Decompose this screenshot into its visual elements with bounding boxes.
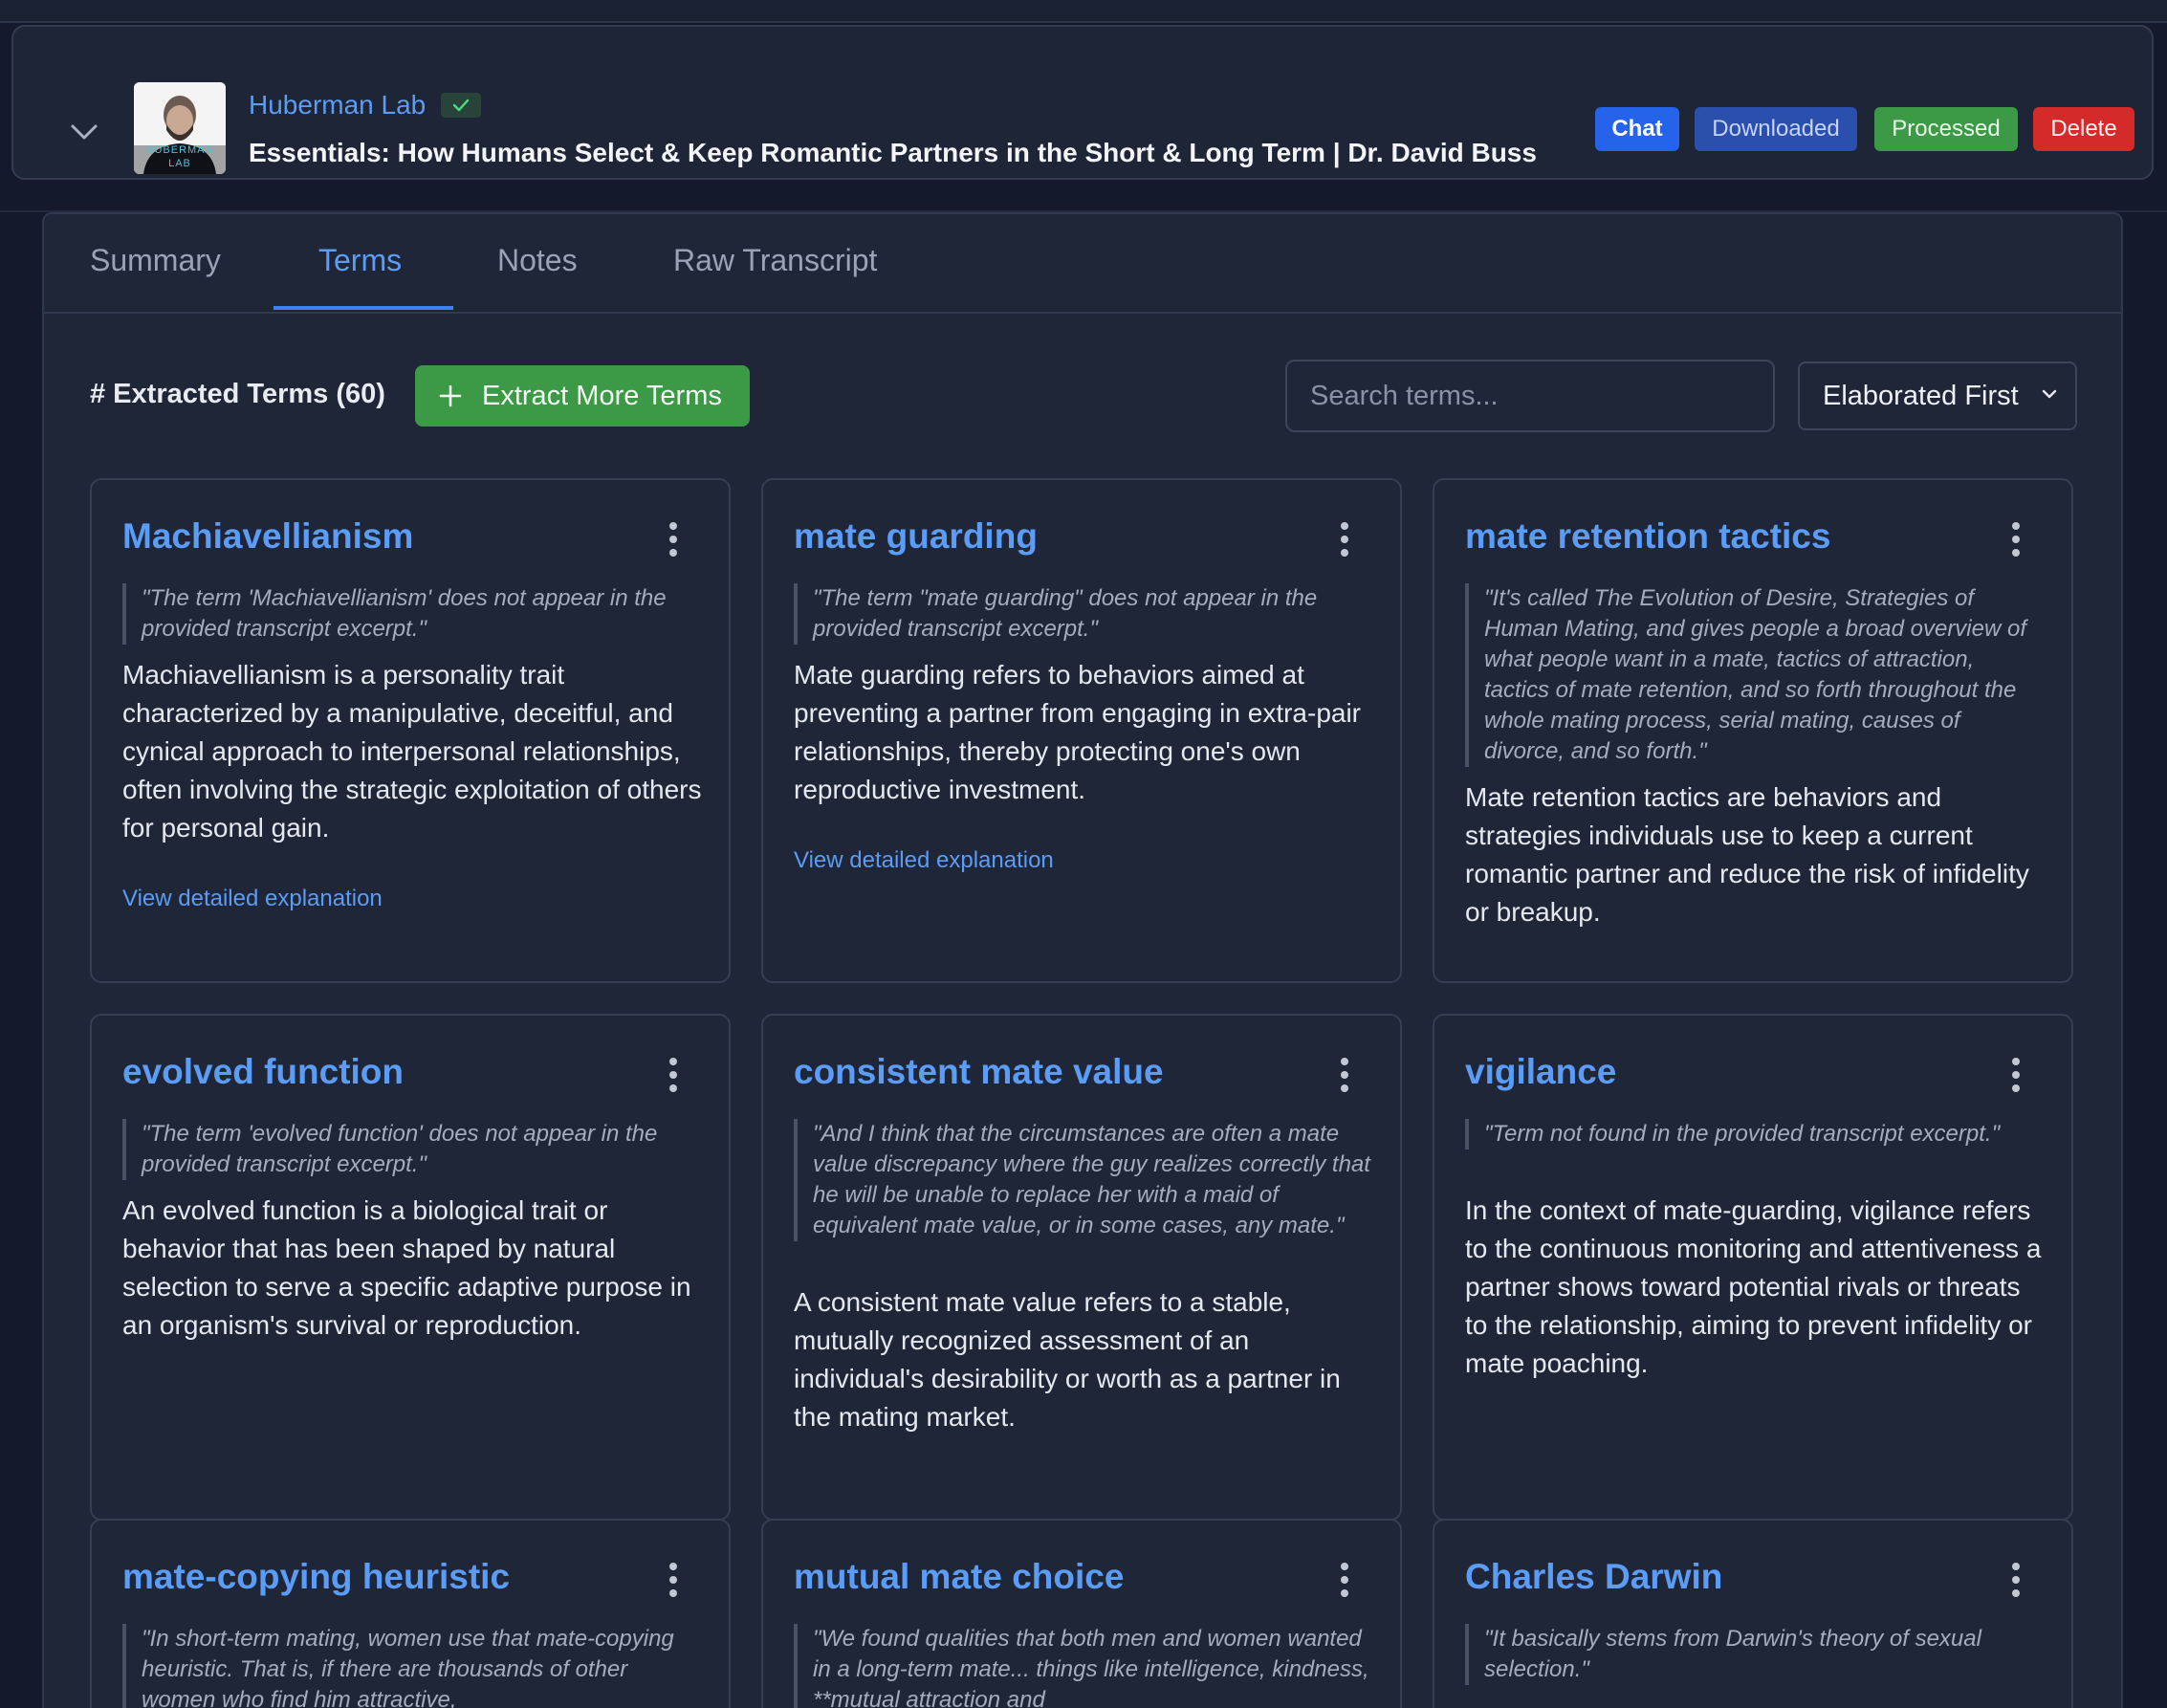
verified-check-icon xyxy=(441,93,482,118)
extracted-terms-heading: # Extracted Terms (60) xyxy=(90,379,385,409)
term-quote: "And I think that the circumstances are … xyxy=(794,1119,1373,1241)
term-quote: "The term 'evolved function' does not ap… xyxy=(122,1119,702,1180)
tab-notes[interactable]: Notes xyxy=(497,243,578,278)
more-options-icon[interactable] xyxy=(2010,1056,2022,1094)
avatar-label: HUBERMAN LAB xyxy=(145,144,214,169)
term-title[interactable]: vigilance xyxy=(1465,1052,1616,1092)
term-quote: "The term 'Machiavellianism' does not ap… xyxy=(122,583,702,645)
view-detailed-explanation-link[interactable]: View detailed explanation xyxy=(794,847,1054,874)
extract-more-terms-label: Extract More Terms xyxy=(482,380,722,411)
active-tab-indicator xyxy=(274,306,453,310)
more-options-icon[interactable] xyxy=(2010,1561,2022,1599)
term-description: Mate retention tactics are behaviors and… xyxy=(1465,782,2029,927)
downloaded-badge[interactable]: Downloaded xyxy=(1695,107,1857,151)
term-description: Machiavellianism is a personality trait … xyxy=(122,660,702,843)
more-options-icon[interactable] xyxy=(1339,520,1350,558)
term-description: A consistent mate value refers to a stab… xyxy=(794,1287,1341,1432)
more-options-icon[interactable] xyxy=(1339,1561,1350,1599)
term-title[interactable]: consistent mate value xyxy=(794,1052,1164,1092)
term-title[interactable]: mate-copying heuristic xyxy=(122,1557,510,1597)
plus-icon xyxy=(439,384,462,407)
term-quote: "We found qualities that both men and wo… xyxy=(794,1624,1373,1708)
tab-terms[interactable]: Terms xyxy=(318,243,402,278)
extract-more-terms-button[interactable]: Extract More Terms xyxy=(415,365,750,427)
term-title[interactable]: Machiavellianism xyxy=(122,516,413,557)
channel-avatar: HUBERMAN LAB xyxy=(134,82,226,174)
tab-bar: Summary Terms Notes Raw Transcript xyxy=(44,214,2121,314)
term-quote: "The term "mate guarding" does not appea… xyxy=(794,583,1373,645)
term-card: mate-copying heuristic "In short-term ma… xyxy=(90,1519,731,1708)
sort-select-value: Elaborated First xyxy=(1823,380,2019,411)
term-description: In the context of mate-guarding, vigilan… xyxy=(1465,1195,2042,1378)
term-title[interactable]: evolved function xyxy=(122,1052,404,1092)
episode-header: HUBERMAN LAB Huberman Lab Essentials: Ho… xyxy=(11,25,2154,180)
term-title[interactable]: mate guarding xyxy=(794,516,1038,557)
term-card: mate guarding "The term "mate guarding" … xyxy=(761,478,1402,983)
collapse-chevron-icon[interactable] xyxy=(67,115,101,149)
more-options-icon[interactable] xyxy=(668,1561,679,1599)
window-top-strip xyxy=(0,0,2167,23)
episode-title: Essentials: How Humans Select & Keep Rom… xyxy=(249,138,1537,167)
term-card: mutual mate choice "We found qualities t… xyxy=(761,1519,1402,1708)
more-options-icon[interactable] xyxy=(668,520,679,558)
term-quote: "It's called The Evolution of Desire, St… xyxy=(1465,583,2045,767)
term-quote: "Term not found in the provided transcri… xyxy=(1465,1119,2045,1150)
content-panel: Summary Terms Notes Raw Transcript # Ext… xyxy=(42,212,2123,1708)
more-options-icon[interactable] xyxy=(668,1056,679,1094)
term-title[interactable]: mutual mate choice xyxy=(794,1557,1124,1597)
term-quote: "It basically stems from Darwin's theory… xyxy=(1465,1624,2045,1685)
delete-button[interactable]: Delete xyxy=(2033,107,2134,151)
chat-button[interactable]: Chat xyxy=(1595,107,1679,151)
term-card: evolved function "The term 'evolved func… xyxy=(90,1014,731,1521)
term-card: Charles Darwin "It basically stems from … xyxy=(1433,1519,2073,1708)
view-detailed-explanation-link[interactable]: View detailed explanation xyxy=(122,886,383,912)
term-title[interactable]: Charles Darwin xyxy=(1465,1557,1722,1597)
term-card: mate retention tactics "It's called The … xyxy=(1433,478,2073,983)
term-card: consistent mate value "And I think that … xyxy=(761,1014,1402,1521)
term-card: vigilance "Term not found in the provide… xyxy=(1433,1014,2073,1521)
channel-name[interactable]: Huberman Lab xyxy=(249,90,426,120)
term-description: Mate guarding refers to behaviors aimed … xyxy=(794,660,1362,804)
more-options-icon[interactable] xyxy=(2010,520,2022,558)
term-title[interactable]: mate retention tactics xyxy=(1465,516,1830,557)
search-terms-input[interactable] xyxy=(1285,360,1775,432)
more-options-icon[interactable] xyxy=(1339,1056,1350,1094)
sort-select[interactable]: Elaborated First xyxy=(1798,361,2077,430)
term-description: An evolved function is a biological trai… xyxy=(122,1195,691,1340)
tab-summary[interactable]: Summary xyxy=(90,243,221,278)
tab-raw-transcript[interactable]: Raw Transcript xyxy=(673,243,877,278)
processed-badge[interactable]: Processed xyxy=(1874,107,2018,151)
term-card: Machiavellianism "The term 'Machiavellia… xyxy=(90,478,731,983)
term-quote: "In short-term mating, women use that ma… xyxy=(122,1624,702,1708)
chevron-down-icon xyxy=(2042,389,2057,399)
